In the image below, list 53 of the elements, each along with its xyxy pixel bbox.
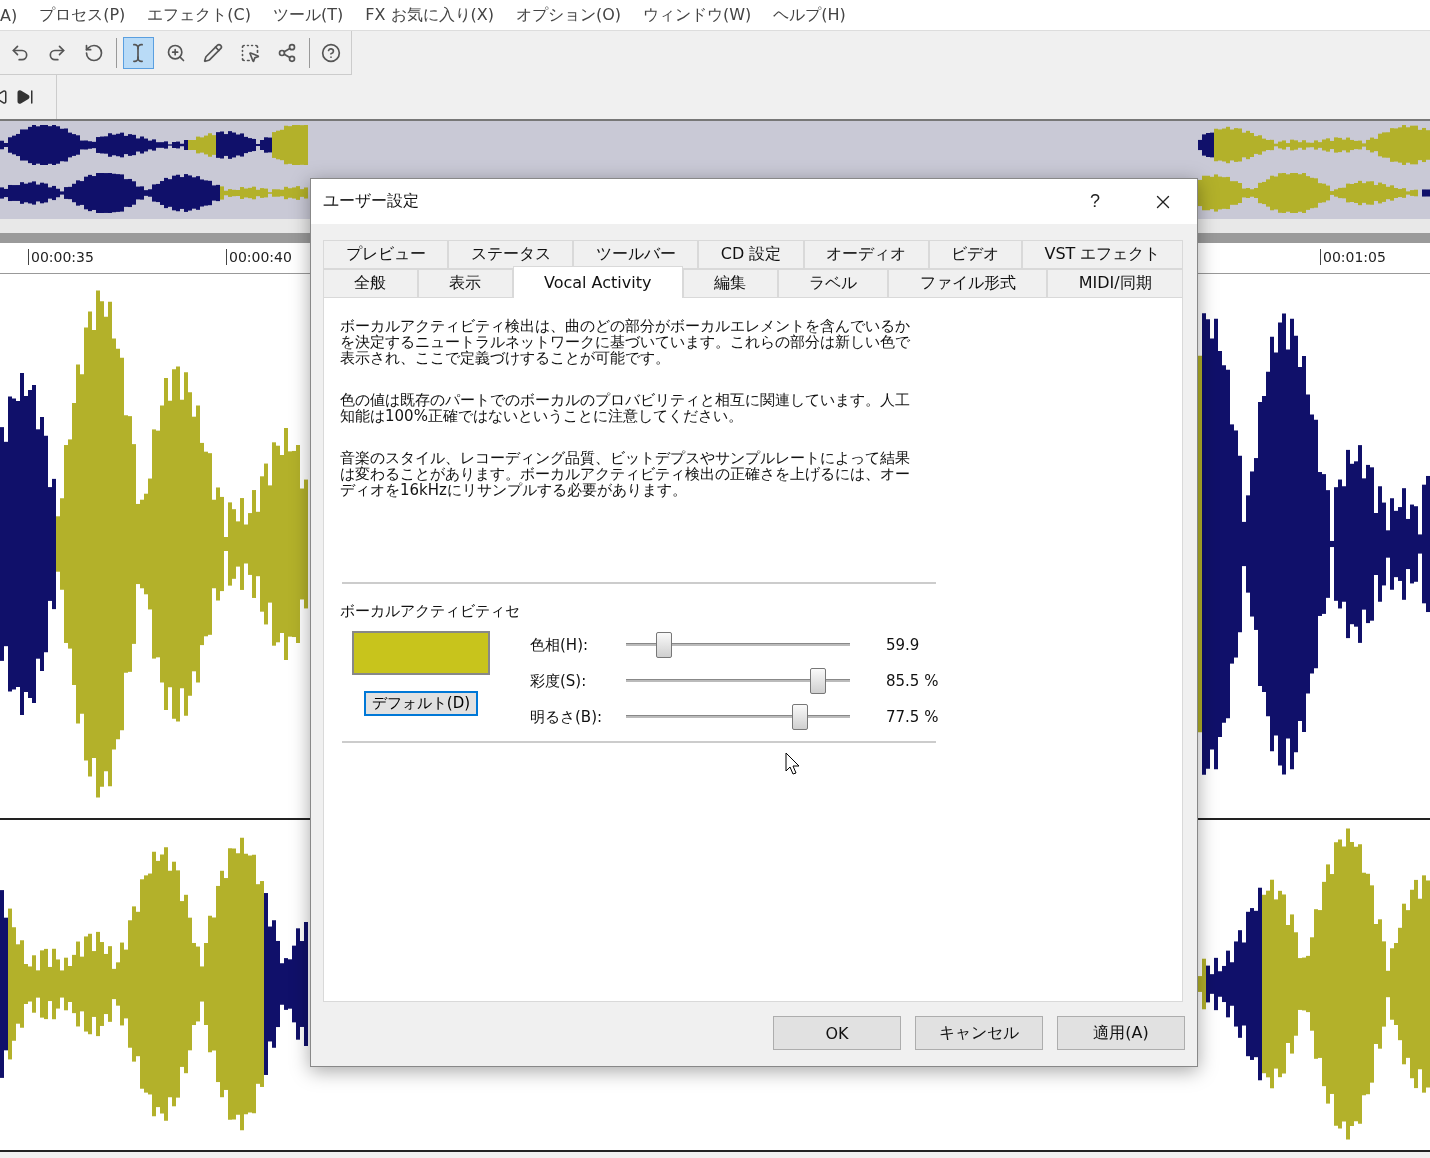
slider-label: 明るさ(B):: [530, 707, 604, 727]
menu-item[interactable]: ヘルプ(H): [773, 4, 846, 26]
menu-item[interactable]: オプション(O): [515, 4, 622, 26]
slider-reading: 85.5 %: [886, 672, 939, 690]
tab[interactable]: VST エフェクト: [1021, 240, 1183, 269]
tab[interactable]: ファイル形式: [888, 269, 1048, 298]
tab[interactable]: 編集: [682, 269, 778, 298]
nodes-icon: [277, 42, 298, 63]
tab[interactable]: ラベル: [777, 269, 889, 298]
slider-label: 彩度(S):: [530, 671, 588, 691]
menu-item[interactable]: プロセス(P): [39, 4, 126, 26]
dialog-button[interactable]: 適用(A): [1057, 1016, 1185, 1050]
section-label: ボーカルアクティビティセ: [340, 602, 521, 621]
rotate-icon: [84, 42, 105, 63]
menu-item[interactable]: ツール(T): [273, 4, 344, 26]
tab[interactable]: オーディオ: [803, 240, 929, 269]
tab[interactable]: ステータス: [448, 240, 574, 269]
pencil-icon: [202, 42, 223, 63]
slider-label: 色相(H):: [530, 635, 590, 655]
time-label: 00:00:35: [28, 249, 94, 265]
slider-thumb[interactable]: [656, 632, 673, 658]
selection-icon: [240, 42, 260, 63]
tab[interactable]: 全般: [323, 269, 418, 298]
time-label: 00:01:05: [1320, 249, 1386, 265]
menu-item[interactable]: A): [0, 5, 18, 25]
tab[interactable]: 表示: [417, 269, 513, 298]
tab[interactable]: プレビュー: [323, 240, 449, 269]
zoom-icon: [165, 42, 186, 63]
dialog-button[interactable]: キャンセル: [915, 1016, 1043, 1050]
menu-item[interactable]: FX お気に入り(X): [365, 4, 494, 26]
description-text: ボーカルアクティビティ検出は、曲のどの部分がボーカルエレメントを含んでいるかを決定するニュートラルネットワークに基づいています。これらの部分は新しい色で表示され、ここで定義づけすることが可能です。: [340, 318, 910, 366]
tab[interactable]: MIDI/同期: [1047, 269, 1183, 298]
description-text: 色の値は既存のパートでのボーカルのプロバビリティと相互に関連しています。人工知能は100%正確ではないということに注意してください。: [340, 392, 910, 424]
tab[interactable]: ビデオ: [928, 240, 1022, 269]
menu-item[interactable]: ウィンドウ(W): [643, 4, 752, 26]
tab[interactable]: CD 設定: [698, 240, 804, 269]
dialog-title: ユーザー設定: [323, 191, 420, 212]
slider-thumb[interactable]: [791, 704, 808, 730]
tab[interactable]: Vocal Activity: [512, 266, 683, 298]
undo-icon: [9, 42, 30, 63]
menu-item[interactable]: エフェクト(C): [147, 4, 251, 26]
mouse-pointer-icon: [785, 752, 801, 776]
default-button[interactable]: デフォルト(D): [363, 691, 479, 716]
toolbar-button[interactable]: [122, 36, 154, 69]
slider-reading: 59.9: [886, 636, 920, 654]
dialog-button[interactable]: OK: [773, 1016, 901, 1050]
description-text: 音楽のスタイル、レコーディング品質、ビットデプスやサンプルレートによって結果は変わることがあります。ボーカルアクティビティ検出の正確さを上げるには、オーディオを16kHzにリサンプルする必要があります。: [340, 450, 910, 498]
time-label: 00:00:40: [226, 249, 292, 265]
help-button[interactable]: ?: [1061, 179, 1129, 224]
help-icon: [321, 42, 342, 63]
slider-thumb[interactable]: [809, 668, 826, 694]
slider-reading: 77.5 %: [886, 708, 939, 726]
skip-forward-icon[interactable]: [16, 88, 34, 106]
